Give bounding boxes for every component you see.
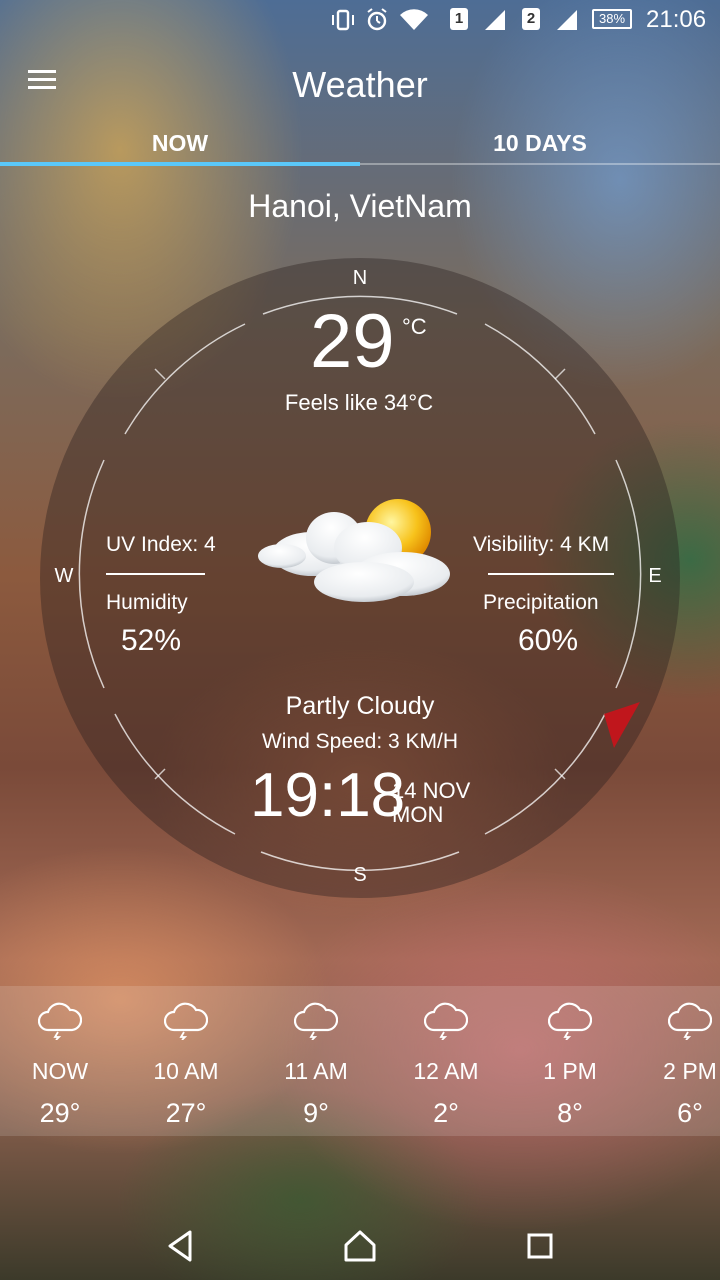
hourly-temp: 27° [165,1098,207,1128]
compass-west: W [54,565,74,587]
hourly-time: 10 AM [153,1058,219,1084]
current-date: 14 NOV [392,778,471,803]
compass-north: N [352,267,368,289]
humidity-value: 52% [121,624,182,657]
uv-index: UV Index: 4 [106,533,216,556]
recents-icon[interactable] [524,1228,556,1264]
hourly-time: 2 PM [663,1058,717,1084]
home-icon[interactable] [342,1228,378,1264]
compass-east: E [648,565,662,587]
hourly-item[interactable]: 11 AM 9° [256,986,376,1136]
hourly-time: 11 AM [284,1058,348,1084]
partly-cloudy-icon [258,499,450,602]
current-temperature: 29 [310,299,395,384]
current-weekday: MON [392,802,444,827]
wind-speed: Wind Speed: 3 KM/H [261,730,459,753]
hourly-temp: 6° [677,1098,703,1128]
hourly-temp: 29° [39,1098,81,1128]
hourly-temp: 9° [303,1098,329,1128]
hourly-temp: 2° [433,1098,459,1128]
rain-cloud-icon [294,1002,338,1040]
visibility: Visibility: 4 KM [473,533,610,556]
hourly-forecast[interactable]: NOW 29° 10 AM 27° 11 AM 9° 12 AM 2° 1 PM… [0,986,720,1136]
compass-south: S [353,864,367,886]
temperature-unit: °C [402,314,427,339]
hourly-time: 12 AM [413,1058,479,1084]
hourly-temp: 8° [557,1098,583,1128]
hourly-item[interactable]: 1 PM 8° [510,986,630,1136]
rain-cloud-icon [668,1002,712,1040]
humidity-label: Humidity [106,591,188,614]
left-divider [106,573,205,575]
hourly-item[interactable]: 2 PM 6° [630,986,720,1136]
feels-like: Feels like 34°C [284,390,434,415]
right-divider [488,573,614,575]
weather-condition: Partly Cloudy [285,692,435,720]
rain-cloud-icon [424,1002,468,1040]
hourly-item[interactable]: 10 AM 27° [126,986,246,1136]
rain-cloud-icon [164,1002,208,1040]
hourly-item[interactable]: 12 AM 2° [386,986,506,1136]
precipitation-label: Precipitation [483,591,599,614]
rain-cloud-icon [548,1002,592,1040]
current-time: 19:18 [250,761,406,830]
rain-cloud-icon [38,1002,82,1040]
hourly-item[interactable]: NOW 29° [0,986,120,1136]
back-icon[interactable] [164,1228,196,1264]
hourly-time: NOW [31,1058,89,1084]
hourly-time: 1 PM [543,1058,597,1084]
precipitation-value: 60% [518,624,579,657]
